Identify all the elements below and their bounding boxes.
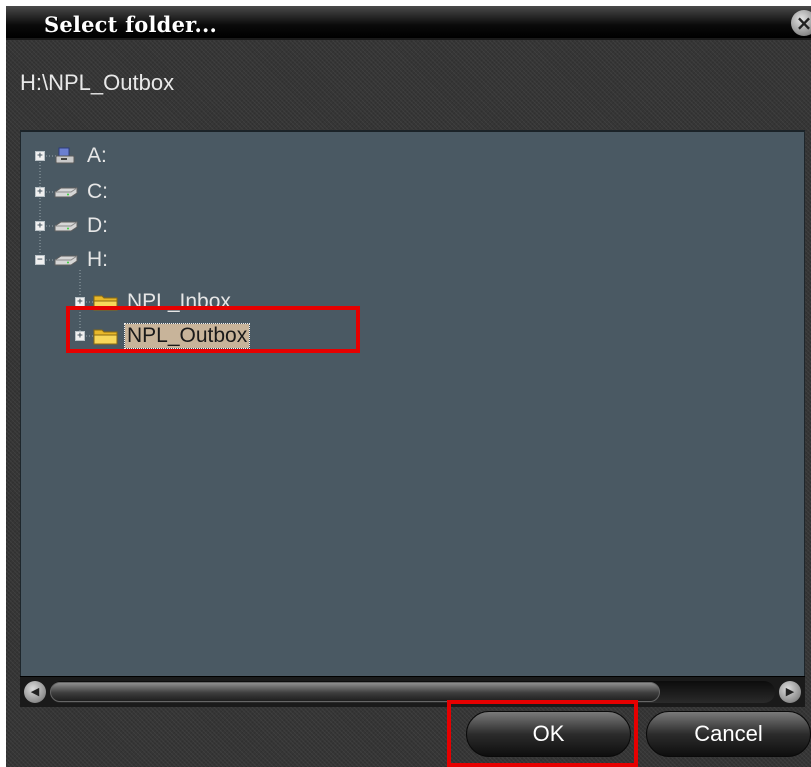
hard-drive-icon <box>54 187 78 198</box>
tree-item-label-selected: NPL_Outbox <box>123 323 251 349</box>
title-bar[interactable]: Select folder... × <box>6 6 811 40</box>
ok-button[interactable]: OK <box>466 711 631 757</box>
tree-item-label: NPL_Inbox <box>127 290 231 313</box>
hard-drive-icon <box>54 221 78 232</box>
expand-icon[interactable]: + <box>35 187 45 197</box>
hard-drive-icon <box>54 255 78 266</box>
expand-icon[interactable]: + <box>35 221 45 231</box>
folder-icon <box>93 295 118 311</box>
tree-item-label: D: <box>87 214 108 237</box>
tree-item-npl-inbox[interactable]: + NPL_Inbox <box>75 290 233 314</box>
expand-icon[interactable]: + <box>75 297 85 307</box>
tree-item-drive-d[interactable]: + D: <box>35 214 110 238</box>
tree-item-drive-h[interactable]: − H: <box>35 248 110 272</box>
scroll-right-icon[interactable]: ▶ <box>779 681 801 703</box>
tree-item-drive-a[interactable]: + A: <box>35 144 109 168</box>
folder-icon <box>93 329 118 345</box>
folder-tree[interactable]: + A: + C: + D: − H: + NPL_Inbox + NPL_Ou… <box>20 130 805 702</box>
tree-item-drive-c[interactable]: + C: <box>35 180 110 204</box>
horizontal-scrollbar[interactable]: ◀ ▶ <box>20 676 805 707</box>
select-folder-dialog: Select folder... × H:\NPL_Outbox + A: + … <box>6 6 811 767</box>
tree-item-npl-outbox[interactable]: + NPL_Outbox <box>75 323 251 349</box>
cancel-button[interactable]: Cancel <box>646 711 811 757</box>
scroll-left-icon[interactable]: ◀ <box>24 681 46 703</box>
tree-item-label: C: <box>87 180 108 203</box>
dialog-title: Select folder... <box>44 12 217 37</box>
tree-item-label: A: <box>87 144 107 167</box>
tree-connector-lines <box>39 155 99 337</box>
scroll-thumb[interactable] <box>50 682 660 702</box>
scroll-track[interactable] <box>50 681 775 703</box>
expand-icon[interactable]: + <box>35 151 45 161</box>
current-path: H:\NPL_Outbox <box>20 70 175 95</box>
collapse-icon[interactable]: − <box>35 255 45 265</box>
close-icon[interactable]: × <box>791 10 811 36</box>
floppy-drive-icon <box>55 147 75 164</box>
expand-icon[interactable]: + <box>75 331 85 341</box>
tree-item-label: H: <box>87 248 108 271</box>
